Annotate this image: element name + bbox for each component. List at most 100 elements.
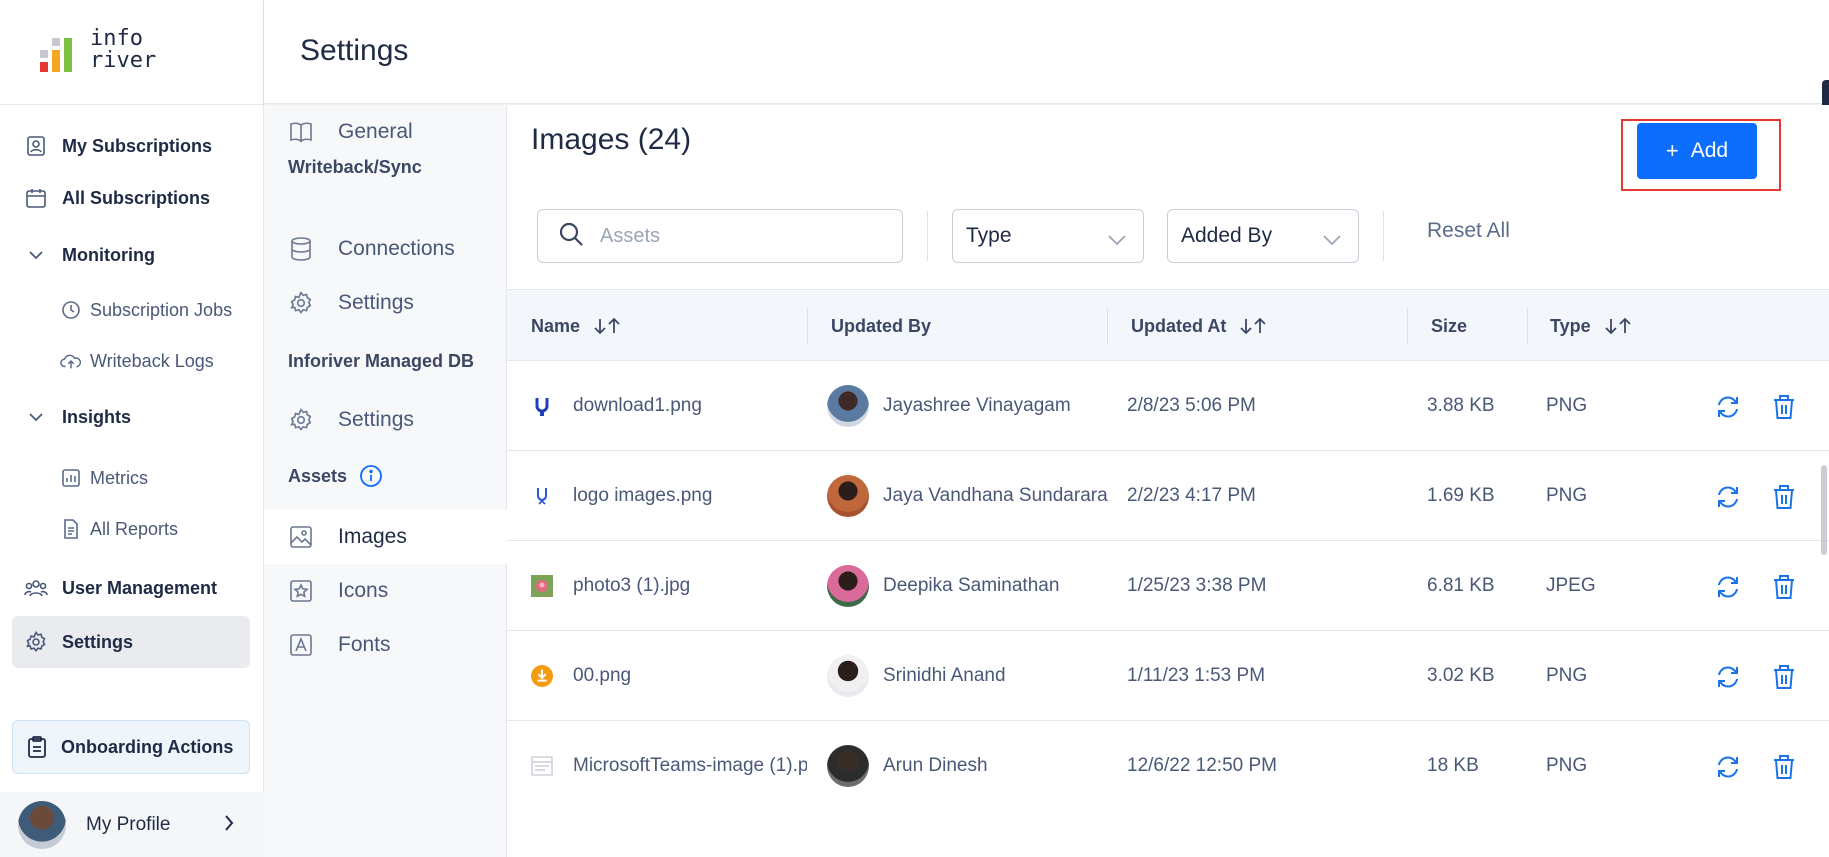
updated-by-cell: Deepika Saminathan <box>827 541 1117 631</box>
info-icon[interactable] <box>359 464 383 488</box>
submenu-db-settings[interactable]: Settings <box>264 393 507 447</box>
avatar <box>18 800 66 849</box>
chevron-down-icon <box>1107 228 1127 252</box>
gear-icon <box>288 407 314 433</box>
submenu-general[interactable]: General <box>264 105 507 159</box>
column-header-updated-at[interactable]: Updated At <box>1131 290 1270 362</box>
submenu-icons[interactable]: Icons <box>264 564 507 618</box>
table-row[interactable]: logo images.png Jaya Vandhana Sundarara … <box>507 451 1829 541</box>
file-name: 00.png <box>573 665 632 686</box>
type-cell: PNG <box>1546 665 1588 686</box>
sort-icon <box>592 317 624 335</box>
submenu-images[interactable]: Images <box>264 510 507 564</box>
images-panel: Images (24) + Add Type Added By Reset Al <box>507 105 1829 857</box>
nav-all-subscriptions[interactable]: All Subscriptions <box>12 172 250 224</box>
book-icon <box>288 119 314 145</box>
dropdown-label: Type <box>966 224 1012 247</box>
replace-refresh-icon[interactable] <box>1715 574 1741 600</box>
table-scrollbar[interactable] <box>1821 361 1829 857</box>
nav-monitoring[interactable]: Monitoring <box>12 229 250 281</box>
replace-refresh-icon[interactable] <box>1715 664 1741 690</box>
nav-settings[interactable]: Settings <box>12 616 250 668</box>
added-by-filter-dropdown[interactable]: Added By <box>1167 209 1359 263</box>
submenu-fonts[interactable]: Fonts <box>264 618 507 672</box>
logo-bars-icon <box>40 28 84 72</box>
submenu-label: Icons <box>338 579 389 602</box>
nav-subscription-jobs[interactable]: Subscription Jobs <box>60 290 232 330</box>
submenu-label: Settings <box>338 408 414 431</box>
size-cell: 18 KB <box>1427 755 1479 776</box>
column-label: Updated At <box>1131 315 1227 336</box>
replace-refresh-icon[interactable] <box>1715 394 1741 420</box>
table-row[interactable]: MicrosoftTeams-image (1).p Arun Dinesh 1… <box>507 721 1829 811</box>
search-input[interactable] <box>600 224 880 248</box>
nav-my-subscriptions[interactable]: My Subscriptions <box>12 120 250 172</box>
app-window: info river My Subscriptions All Subscrip… <box>0 0 1829 857</box>
nav-writeback-logs[interactable]: Writeback Logs <box>60 341 214 381</box>
dropdown-label: Added By <box>1181 224 1273 247</box>
submenu-heading-assets: Assets <box>288 464 383 488</box>
table-row[interactable]: download1.png Jayashree Vinayagam 2/8/23… <box>507 361 1829 451</box>
divider <box>0 104 264 105</box>
user-name: Jaya Vandhana Sundarara <box>883 485 1108 506</box>
submenu-writeback-settings[interactable]: Settings <box>264 276 507 330</box>
submenu-label: Connections <box>338 237 455 260</box>
column-header-type[interactable]: Type <box>1550 290 1635 362</box>
my-profile-button[interactable]: My Profile <box>0 792 264 857</box>
updated-at-cell: 2/2/23 4:17 PM <box>1127 485 1256 506</box>
nav-label: Writeback Logs <box>90 350 214 371</box>
updated-at-cell: 1/11/23 1:53 PM <box>1127 665 1266 686</box>
image-thumbnail <box>531 665 553 687</box>
nav-user-management[interactable]: User Management <box>12 562 250 614</box>
file-name: logo images.png <box>573 485 713 506</box>
file-name: photo3 (1).jpg <box>573 575 691 596</box>
inforiver-logo[interactable]: info river <box>40 28 156 72</box>
updated-by-cell: Arun Dinesh <box>827 721 1117 811</box>
document-icon <box>60 518 82 540</box>
divider <box>927 211 928 261</box>
delete-trash-icon[interactable] <box>1771 394 1797 420</box>
add-button[interactable]: + Add <box>1637 123 1757 179</box>
left-navigation: info river My Subscriptions All Subscrip… <box>0 0 264 857</box>
name-cell: logo images.png <box>531 451 807 541</box>
delete-trash-icon[interactable] <box>1771 574 1797 600</box>
column-label: Type <box>1550 315 1591 336</box>
nav-label: Monitoring <box>62 244 155 265</box>
replace-refresh-icon[interactable] <box>1715 484 1741 510</box>
reset-all-link[interactable]: Reset All <box>1427 219 1510 243</box>
user-name: Srinidhi Anand <box>883 665 1006 686</box>
nav-all-reports[interactable]: All Reports <box>60 509 178 549</box>
search-icon <box>558 221 584 252</box>
size-cell: 1.69 KB <box>1427 485 1495 506</box>
size-cell: 3.88 KB <box>1427 395 1495 416</box>
nav-insights[interactable]: Insights <box>12 391 250 443</box>
submenu-label: Fonts <box>338 633 391 656</box>
type-cell: PNG <box>1546 485 1588 506</box>
type-cell: PNG <box>1546 755 1588 776</box>
add-label: Add <box>1690 139 1729 162</box>
column-header-name[interactable]: Name <box>531 290 624 362</box>
type-filter-dropdown[interactable]: Type <box>952 209 1144 263</box>
heading-label: Assets <box>288 465 348 486</box>
table-row[interactable]: 00.png Srinidhi Anand 1/11/23 1:53 PM 3.… <box>507 631 1829 721</box>
table-row[interactable]: photo3 (1).jpg Deepika Saminathan 1/25/2… <box>507 541 1829 631</box>
file-name: MicrosoftTeams-image (1).p <box>573 755 807 776</box>
delete-trash-icon[interactable] <box>1771 664 1797 690</box>
scrollbar-thumb[interactable] <box>1821 465 1827 555</box>
size-cell: 6.81 KB <box>1427 575 1495 596</box>
submenu-label: General <box>338 120 413 143</box>
delete-trash-icon[interactable] <box>1771 484 1797 510</box>
replace-refresh-icon[interactable] <box>1715 754 1741 780</box>
delete-trash-icon[interactable] <box>1771 754 1797 780</box>
type-cell: PNG <box>1546 395 1588 416</box>
avatar <box>827 655 869 697</box>
submenu-connections[interactable]: Connections <box>264 222 507 276</box>
sort-icon <box>1603 317 1635 335</box>
table-header: Name Updated By Updated At Size Type <box>507 289 1829 361</box>
nav-metrics[interactable]: Metrics <box>60 458 148 498</box>
onboarding-actions-button[interactable]: Onboarding Actions <box>12 720 250 774</box>
search-box[interactable] <box>537 209 903 263</box>
updated-at-cell: 12/6/22 12:50 PM <box>1127 755 1277 776</box>
divider <box>1107 308 1108 344</box>
image-thumbnail <box>531 575 553 597</box>
